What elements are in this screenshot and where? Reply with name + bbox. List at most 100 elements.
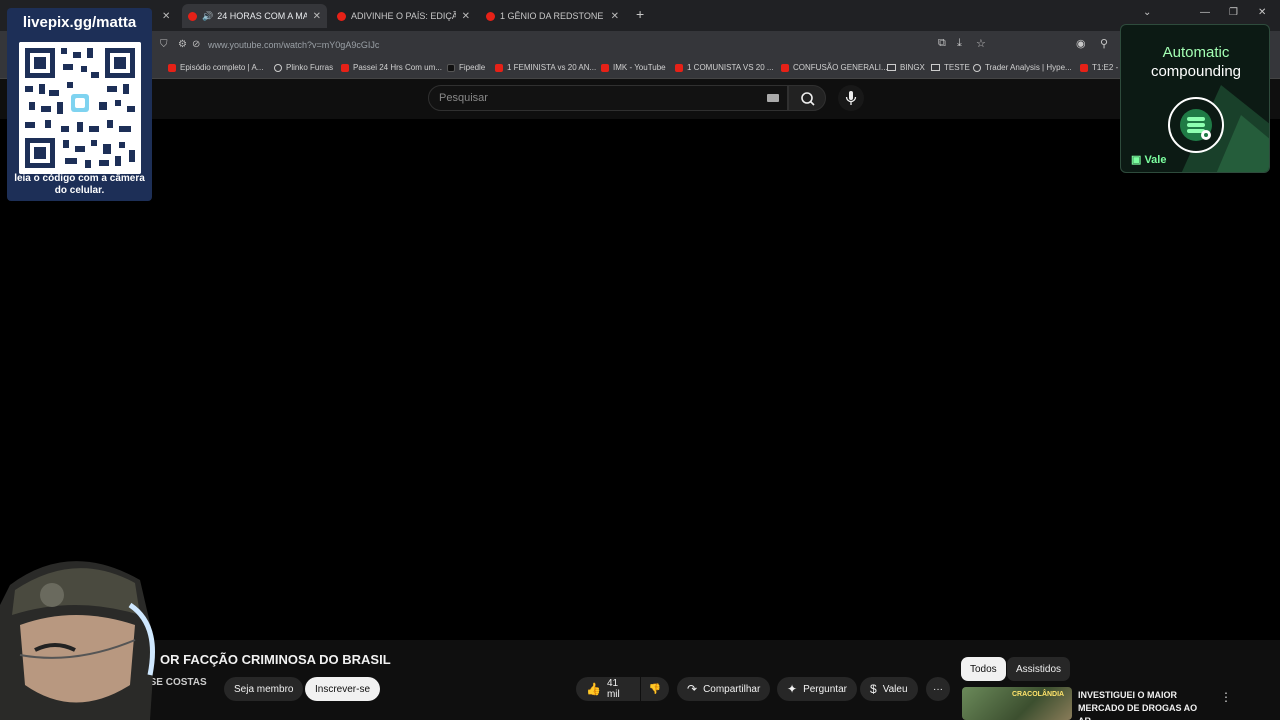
chip-all[interactable]: Todos	[961, 657, 1006, 681]
chip-watched[interactable]: Assistidos	[1007, 657, 1071, 681]
coins-gear-icon	[1168, 97, 1224, 153]
search-button[interactable]	[788, 85, 826, 111]
minimize-icon[interactable]: —	[1200, 7, 1210, 18]
address-bar: ⛉ ⚙ ⊘ www.youtube.com/watch?v=mY0gA9cGIJ…	[0, 31, 1280, 59]
close-icon[interactable]: ✕	[611, 11, 619, 22]
bookmark-item[interactable]: Trader Analysis | Hype...	[973, 63, 1072, 72]
globe-icon	[973, 63, 981, 72]
cast-icon[interactable]: ⧉	[938, 37, 946, 50]
promo-line-2: compounding	[1150, 63, 1242, 80]
speaker-icon[interactable]: 🔊	[202, 11, 213, 22]
bookmark-item[interactable]: BINGX	[887, 63, 925, 72]
qr-caption: leia o código com a câmera do celular.	[14, 173, 145, 196]
bookmark-item[interactable]: IMK - YouTube	[601, 63, 666, 72]
promo-brand: ▣ Vale	[1131, 154, 1167, 166]
share-button[interactable]: ↷ Compartilhar	[677, 677, 771, 701]
qr-overlay: livepix.gg/matta leia o código com a câm…	[7, 8, 152, 201]
new-tab-button[interactable]: +	[636, 6, 644, 22]
search-box	[428, 85, 788, 111]
screen: ✕ 🔊 24 HORAS COM A MAIOR F ✕ ADIVINHE O …	[0, 0, 1280, 720]
subscribe-button[interactable]: Inscrever-se	[305, 677, 381, 701]
super-thanks-icon: $	[870, 682, 877, 696]
recommended-thumbnail[interactable]: CRACOLÂNDIA	[962, 687, 1072, 720]
folder-icon	[887, 64, 896, 71]
chip-label: Todos	[970, 663, 997, 675]
bookmark-item[interactable]: Passei 24 Hrs Com um...	[341, 63, 442, 72]
ask-label: Perguntar	[803, 683, 847, 695]
close-icon[interactable]: ✕	[313, 11, 321, 22]
search-icon	[801, 92, 815, 106]
extensions-icon[interactable]: ⚲	[1100, 37, 1108, 50]
tab-2[interactable]: 1 GÊNIO DA REDSTONE X 30 NO ✕	[480, 4, 625, 28]
share-label: Compartilhar	[703, 683, 761, 695]
video-player[interactable]	[0, 119, 1280, 640]
ask-button[interactable]: ✦ Perguntar	[777, 677, 857, 701]
tab-overflow[interactable]: ✕	[150, 4, 180, 28]
tab-title: 1 GÊNIO DA REDSTONE X 30 NO	[500, 11, 605, 21]
video-title: OR FACÇÃO CRIMINOSA DO BRASIL	[160, 652, 391, 667]
promo-brand-label: Vale	[1144, 154, 1167, 166]
promo-title: Automatic compounding	[1121, 43, 1269, 81]
bookmarks-bar: Episódio completo | A... Plinko Furras P…	[0, 59, 1280, 79]
youtube-favicon-icon	[675, 63, 683, 72]
more-actions-button[interactable]: ···	[926, 677, 950, 701]
recommended-title[interactable]: INVESTIGUEI O MAIOR MERCADO DE DROGAS AO…	[1078, 689, 1218, 720]
youtube-favicon-icon	[168, 63, 176, 72]
microphone-icon	[845, 91, 857, 105]
bookmark-label: Fipedle	[459, 63, 486, 72]
bookmark-label: CONFUSÃO GENERALI...	[793, 63, 888, 72]
shield-icon[interactable]: ⛉	[160, 39, 168, 50]
bookmark-item[interactable]: 1 COMUNISTA VS 20 ...	[675, 63, 774, 72]
bookmark-item[interactable]: Fipedle	[447, 63, 485, 72]
youtube-favicon-icon	[601, 63, 609, 72]
bookmark-item[interactable]: Episódio completo | A...	[168, 63, 263, 72]
like-count: 41 mil	[606, 678, 620, 700]
close-window-icon[interactable]: ✕	[1258, 7, 1266, 18]
url-field[interactable]: www.youtube.com/watch?v=mY0gA9cGIJc	[208, 40, 379, 50]
bookmark-item[interactable]: TESTE	[931, 63, 970, 72]
bookmark-item[interactable]: 1 FEMINISTA vs 20 AN...	[495, 63, 596, 72]
video-info-panel: OR FACÇÃO CRIMINOSA DO BRASIL A SE COSTA…	[0, 640, 1280, 720]
youtube-favicon-icon	[188, 11, 197, 21]
bookmark-label: T1:E2 -	[1092, 63, 1119, 72]
kebab-menu-icon[interactable]: ⋮	[1220, 690, 1232, 704]
chip-label: Assistidos	[1016, 663, 1062, 675]
bookmark-star-icon[interactable]: ☆	[976, 37, 986, 50]
bookmark-label: Trader Analysis | Hype...	[985, 63, 1072, 72]
youtube-favicon-icon	[1080, 63, 1088, 72]
bookmark-item[interactable]: Plinko Furras	[274, 63, 333, 72]
close-icon[interactable]: ✕	[162, 11, 170, 22]
profile-icon[interactable]: ◉	[1076, 37, 1086, 50]
app-icon	[447, 63, 455, 72]
bookmark-item[interactable]: T1:E2 -	[1080, 63, 1118, 72]
globe-icon	[274, 63, 282, 72]
tab-0[interactable]: 🔊 24 HORAS COM A MAIOR F ✕	[182, 4, 327, 28]
like-button[interactable]: 👍 41 mil	[576, 677, 640, 701]
youtube-favicon-icon	[781, 63, 789, 72]
tab-search-icon[interactable]: ⌄	[1143, 7, 1151, 18]
qr-code-icon	[19, 42, 141, 174]
restore-icon[interactable]: ❐	[1229, 7, 1238, 18]
join-label: Seja membro	[234, 683, 294, 695]
youtube-favicon-icon	[341, 63, 349, 72]
install-icon[interactable]: ⤓	[957, 37, 962, 50]
bookmark-label: 1 COMUNISTA VS 20 ...	[687, 63, 774, 72]
voice-search-button[interactable]	[838, 85, 864, 111]
tab-1[interactable]: ADIVINHE O PAÍS: EDIÇÃO MUN ✕	[331, 4, 476, 28]
search-input[interactable]	[439, 92, 739, 104]
no-tracking-icon[interactable]: ⊘	[192, 39, 200, 50]
tab-title: 24 HORAS COM A MAIOR F	[217, 11, 307, 21]
keyboard-icon[interactable]	[767, 94, 779, 102]
bookmark-label: IMK - YouTube	[613, 63, 666, 72]
thanks-label: Valeu	[882, 683, 908, 695]
promo-overlay: Automatic compounding ▣ Vale	[1120, 24, 1270, 173]
dislike-button[interactable]: 👎	[641, 677, 669, 701]
folder-icon	[931, 64, 940, 71]
thanks-button[interactable]: $ Valeu	[860, 677, 918, 701]
youtube-favicon-icon	[486, 11, 495, 21]
more-icon: ···	[933, 683, 943, 695]
join-button[interactable]: Seja membro	[224, 677, 304, 701]
close-icon[interactable]: ✕	[462, 11, 470, 22]
bookmark-item[interactable]: CONFUSÃO GENERALI...	[781, 63, 888, 72]
site-settings-icon[interactable]: ⚙	[178, 39, 187, 50]
